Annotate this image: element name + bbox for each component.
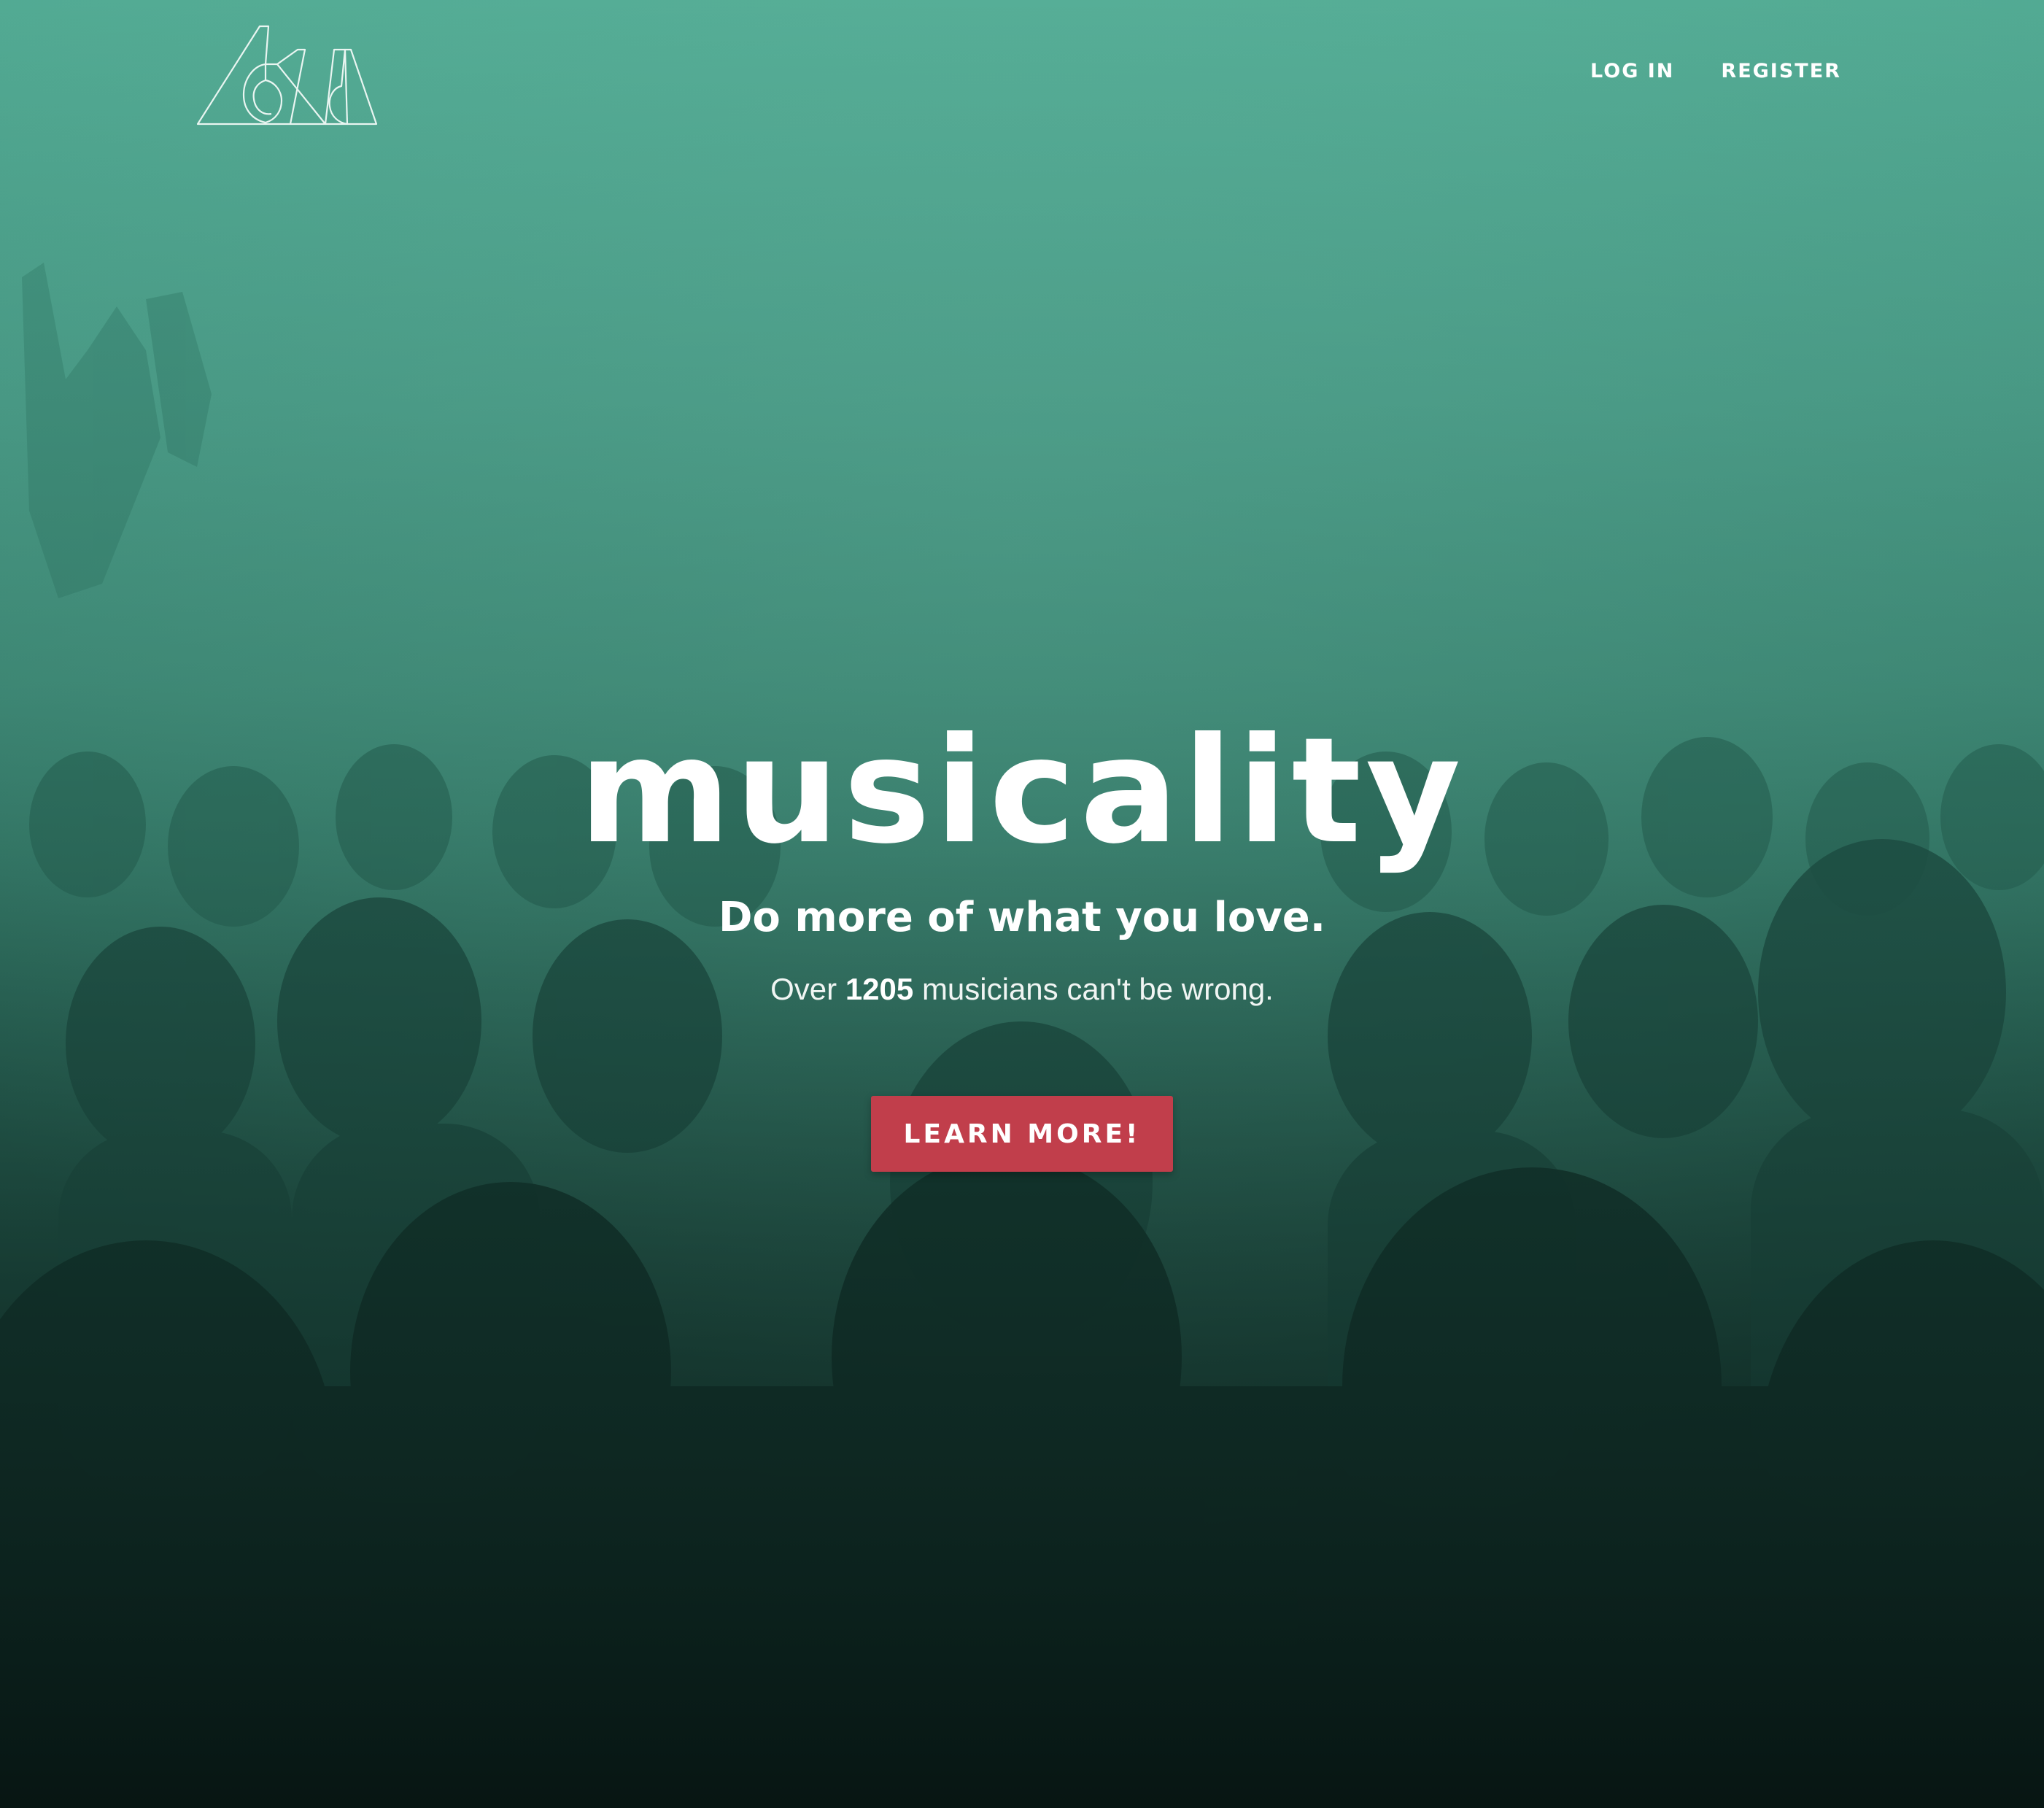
musicality-logo[interactable] <box>196 20 378 127</box>
hero-section: LOG IN REGISTER musicality Do more of wh… <box>0 0 2044 1808</box>
subline-suffix: musicians can't be wrong. <box>921 972 1274 1006</box>
brand-wordmark: musicality <box>0 711 2044 872</box>
learn-more-button[interactable]: LEARN MORE! <box>871 1096 1173 1172</box>
hero-tagline: Do more of what you love. <box>718 894 1326 941</box>
login-link[interactable]: LOG IN <box>1590 60 1674 82</box>
register-link[interactable]: REGISTER <box>1721 60 1841 82</box>
subline-prefix: Over <box>770 972 837 1006</box>
hero-subline: Over 1205 musicians can't be wrong. <box>0 972 2044 1007</box>
brand-name: musicality <box>578 706 1466 876</box>
nav-links: LOG IN REGISTER <box>1590 60 1841 82</box>
top-navigation: LOG IN REGISTER <box>0 0 2044 146</box>
musician-count: 1205 <box>845 972 914 1006</box>
